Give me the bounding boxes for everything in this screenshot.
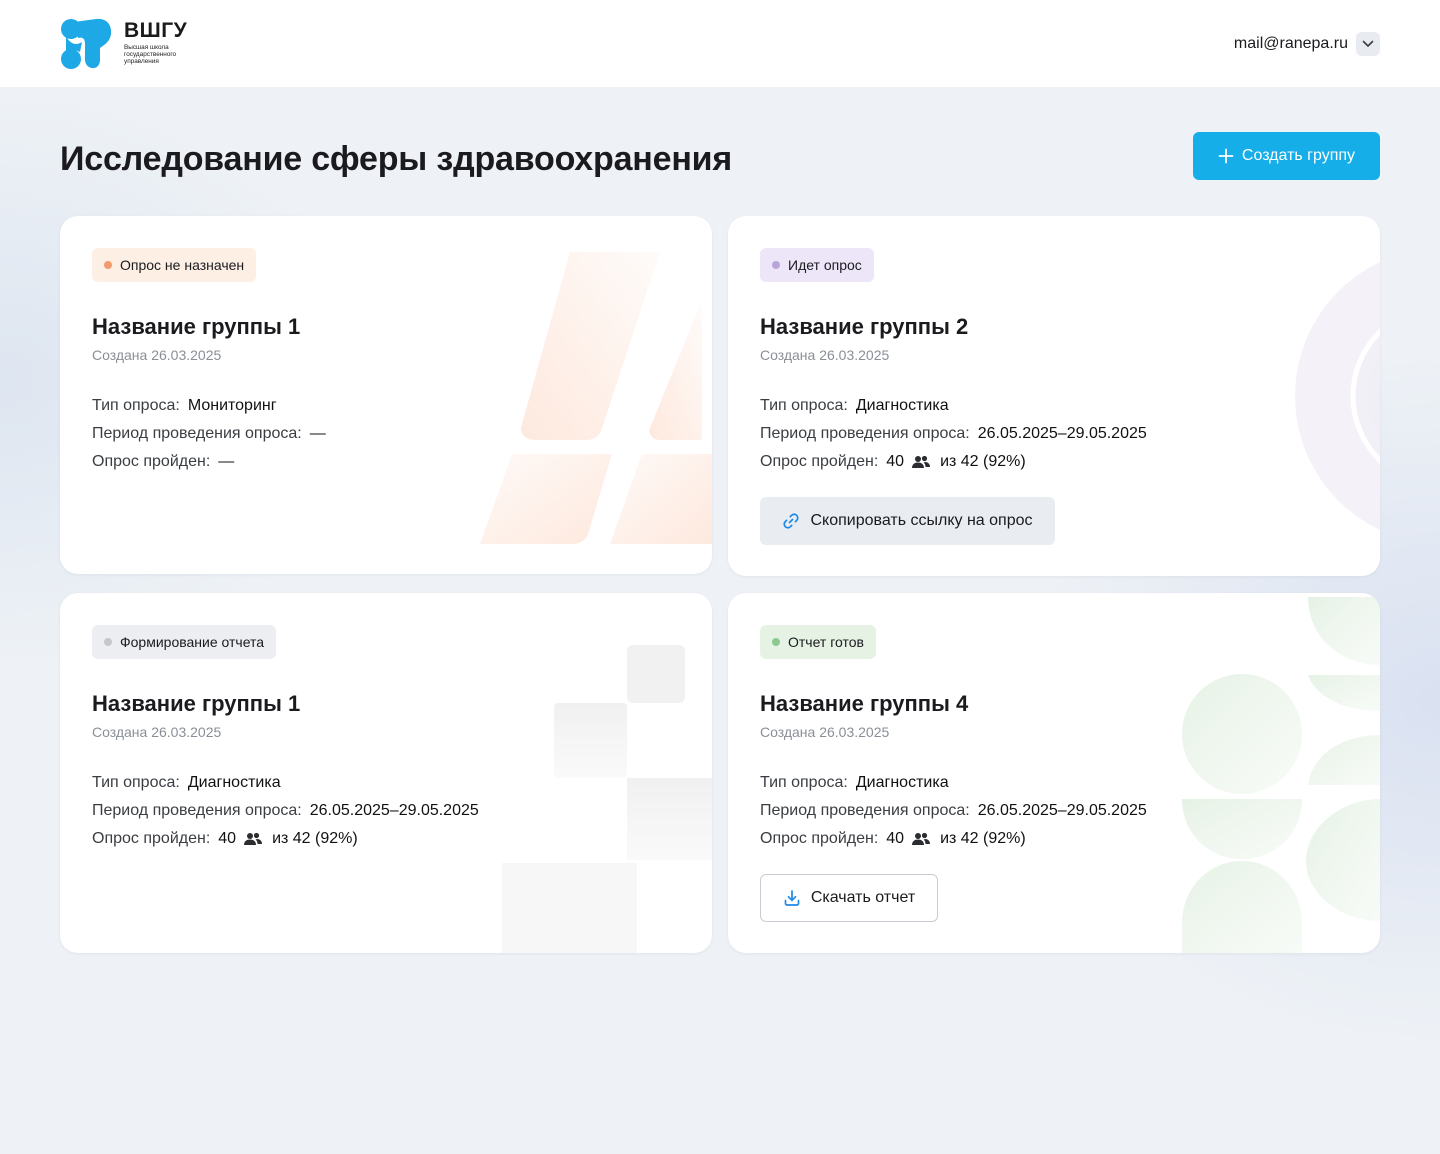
link-icon: [783, 513, 800, 529]
passed-total: из 42 (92%): [940, 453, 1026, 470]
survey-period-value: 26.05.2025–29.05.2025: [977, 802, 1147, 819]
passed-count: 40: [218, 830, 237, 847]
survey-type-label: Тип опроса:: [92, 774, 180, 791]
survey-passed-row: Опрос пройден: 40 из 42 (92%): [760, 448, 1147, 476]
status-badge: Формирование отчета: [92, 625, 277, 659]
survey-type-label: Тип опроса:: [760, 774, 848, 791]
group-title[interactable]: Название группы 1: [92, 691, 300, 717]
survey-period-label: Период проведения опроса:: [760, 802, 970, 819]
survey-passed-row: Опрос пройден: 40 из 42 (92%): [92, 825, 479, 853]
survey-passed-label: Опрос пройден:: [760, 453, 879, 470]
survey-period-label: Период проведения опроса:: [760, 425, 970, 442]
survey-type-value: Мониторинг: [187, 397, 277, 414]
card-decoration: [502, 645, 712, 953]
survey-period-value: 26.05.2025–29.05.2025: [977, 425, 1147, 442]
survey-period-value: —: [309, 425, 326, 442]
download-icon: [784, 890, 800, 906]
group-title[interactable]: Название группы 2: [760, 314, 968, 340]
user-email: mail@ranepa.ru: [1233, 35, 1348, 52]
survey-type-value: Диагностика: [187, 774, 281, 791]
card-decoration: [480, 252, 712, 544]
survey-info: Тип опроса: Диагностика Период проведени…: [760, 392, 1147, 476]
survey-type-row: Тип опроса: Диагностика: [760, 392, 1147, 420]
status-badge: Опрос не назначен: [92, 248, 257, 282]
passed-total: из 42 (92%): [272, 830, 358, 847]
survey-period-row: Период проведения опроса: 26.05.2025–29.…: [92, 797, 479, 825]
survey-info: Тип опроса: Мониторинг Период проведения…: [92, 392, 326, 476]
page-title: Исследование сферы здравоохранения: [60, 140, 733, 178]
survey-passed-row: Опрос пройден: 40 из 42 (92%): [760, 825, 1147, 853]
people-icon: [912, 455, 931, 469]
download-report-label: Скачать отчет: [810, 889, 916, 906]
survey-passed-label: Опрос пройден:: [760, 830, 879, 847]
group-title[interactable]: Название группы 1: [92, 314, 300, 340]
survey-type-label: Тип опроса:: [760, 397, 848, 414]
passed-count: 40: [886, 830, 905, 847]
survey-passed-label: Опрос пройден:: [92, 453, 211, 470]
top-header: ВШГУ Высшая школа государственного управ…: [0, 0, 1440, 87]
user-menu[interactable]: mail@ranepa.ru: [1234, 32, 1380, 56]
plus-icon: [1218, 148, 1234, 164]
logo-title: ВШГУ: [124, 19, 188, 42]
survey-passed-row: Опрос пройден: —: [92, 448, 326, 476]
group-card[interactable]: Формирование отчета Название группы 1 Со…: [60, 593, 712, 953]
survey-type-row: Тип опроса: Диагностика: [92, 769, 479, 797]
user-menu-toggle[interactable]: [1356, 32, 1380, 56]
copy-survey-link-button[interactable]: Скопировать ссылку на опрос: [760, 497, 1055, 545]
create-group-label: Создать группу: [1241, 147, 1356, 164]
status-badge: Отчет готов: [760, 625, 876, 659]
created-date: Создана 26.03.2025: [760, 347, 890, 363]
create-group-button[interactable]: Создать группу: [1193, 132, 1380, 180]
people-icon: [244, 832, 263, 846]
survey-period-row: Период проведения опроса: 26.05.2025–29.…: [760, 797, 1147, 825]
status-badge: Идет опрос: [760, 248, 874, 282]
group-card[interactable]: Идет опрос Название группы 2 Создана 26.…: [728, 216, 1380, 576]
survey-type-value: Диагностика: [855, 397, 949, 414]
survey-passed-value: —: [218, 453, 235, 470]
survey-period-value: 26.05.2025–29.05.2025: [309, 802, 479, 819]
copy-survey-link-label: Скопировать ссылку на опрос: [810, 512, 1033, 529]
survey-period-row: Период проведения опроса: —: [92, 420, 326, 448]
survey-period-label: Период проведения опроса:: [92, 425, 302, 442]
people-icon: [912, 832, 931, 846]
passed-total: из 42 (92%): [940, 830, 1026, 847]
created-date: Создана 26.03.2025: [92, 724, 222, 740]
survey-type-row: Тип опроса: Диагностика: [760, 769, 1147, 797]
download-report-button[interactable]: Скачать отчет: [760, 874, 938, 922]
card-decoration: [1295, 262, 1380, 530]
created-date: Создана 26.03.2025: [760, 724, 890, 740]
logo-mark-icon: [61, 18, 112, 69]
created-date: Создана 26.03.2025: [92, 347, 222, 363]
group-title[interactable]: Название группы 4: [760, 691, 968, 717]
card-decoration: [1182, 597, 1380, 953]
logo[interactable]: ВШГУ Высшая школа государственного управ…: [60, 18, 200, 70]
logo-subtitle: Высшая школа государственного управления: [124, 44, 177, 66]
survey-period-label: Период проведения опроса:: [92, 802, 302, 819]
group-card[interactable]: Опрос не назначен Название группы 1 Созд…: [60, 216, 712, 574]
survey-type-label: Тип опроса:: [92, 397, 180, 414]
survey-info: Тип опроса: Диагностика Период проведени…: [760, 769, 1147, 853]
survey-passed-label: Опрос пройден:: [92, 830, 211, 847]
survey-type-row: Тип опроса: Мониторинг: [92, 392, 326, 420]
chevron-down-icon: [1362, 40, 1374, 47]
group-card[interactable]: Отчет готов Название группы 4 Создана 26…: [728, 593, 1380, 953]
survey-period-row: Период проведения опроса: 26.05.2025–29.…: [760, 420, 1147, 448]
survey-info: Тип опроса: Диагностика Период проведени…: [92, 769, 479, 853]
survey-type-value: Диагностика: [855, 774, 949, 791]
passed-count: 40: [886, 453, 905, 470]
